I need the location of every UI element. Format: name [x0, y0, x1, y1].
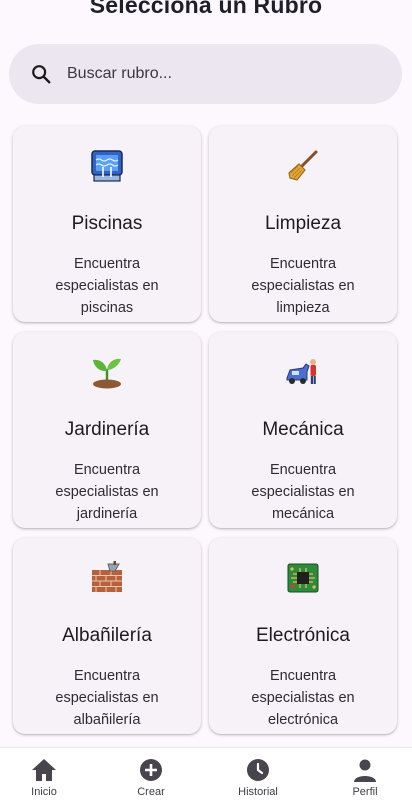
category-description: Encuentra especialistas en piscinas [55, 256, 159, 316]
category-description: Encuentra especialistas en mecánica [251, 462, 355, 522]
seedling-icon [13, 354, 201, 394]
nav-label: Inicio [31, 786, 57, 798]
category-card-albanileria[interactable]: Albañilería Encuentra especialistas en a… [13, 538, 201, 734]
category-card-limpieza[interactable]: Limpieza Encuentra especialistas en limp… [209, 126, 397, 322]
category-name: Mecánica [262, 419, 344, 440]
clock-icon [223, 756, 293, 784]
home-icon [9, 756, 79, 784]
pool-icon [13, 148, 201, 188]
category-description: Encuentra especialistas en electrónica [251, 668, 355, 728]
nav-label: Perfil [352, 786, 378, 798]
category-card-jardineria[interactable]: Jardinería Encuentra especialistas en ja… [13, 332, 201, 528]
category-card-electronica[interactable]: Electrónica Encuentra especialistas en e… [209, 538, 397, 734]
brick-wall-icon [13, 560, 201, 600]
category-name: Albañilería [62, 625, 152, 646]
nav-label: Historial [238, 786, 278, 798]
nav-item-perfil[interactable]: Perfil [330, 756, 400, 798]
category-name: Electrónica [256, 625, 350, 646]
category-card-mecanica[interactable]: Mecánica Encuentra especialistas en mecá… [209, 332, 397, 528]
add-circle-icon [116, 756, 186, 784]
nav-item-historial[interactable]: Historial [223, 756, 293, 798]
category-description: Encuentra especialistas en jardinería [55, 462, 159, 522]
circuit-board-icon [209, 560, 397, 600]
category-name: Jardinería [64, 419, 150, 440]
broom-icon [209, 148, 397, 188]
nav-item-inicio[interactable]: Inicio [9, 756, 79, 798]
car-mechanic-icon [209, 354, 397, 394]
category-name: Piscinas [71, 213, 143, 234]
category-name: Limpieza [264, 213, 342, 234]
category-description: Encuentra especialistas en albañilería [55, 668, 159, 728]
category-grid: Piscinas Encuentra especialistas en pisc… [0, 0, 412, 747]
bottom-navigation: Inicio Crear Historial Perfil [0, 747, 412, 800]
nav-item-crear[interactable]: Crear [116, 756, 186, 798]
category-card-piscinas[interactable]: Piscinas Encuentra especialistas en pisc… [13, 126, 201, 322]
person-icon [330, 756, 400, 784]
nav-label: Crear [137, 786, 165, 798]
category-description: Encuentra especialistas en limpieza [251, 256, 355, 316]
